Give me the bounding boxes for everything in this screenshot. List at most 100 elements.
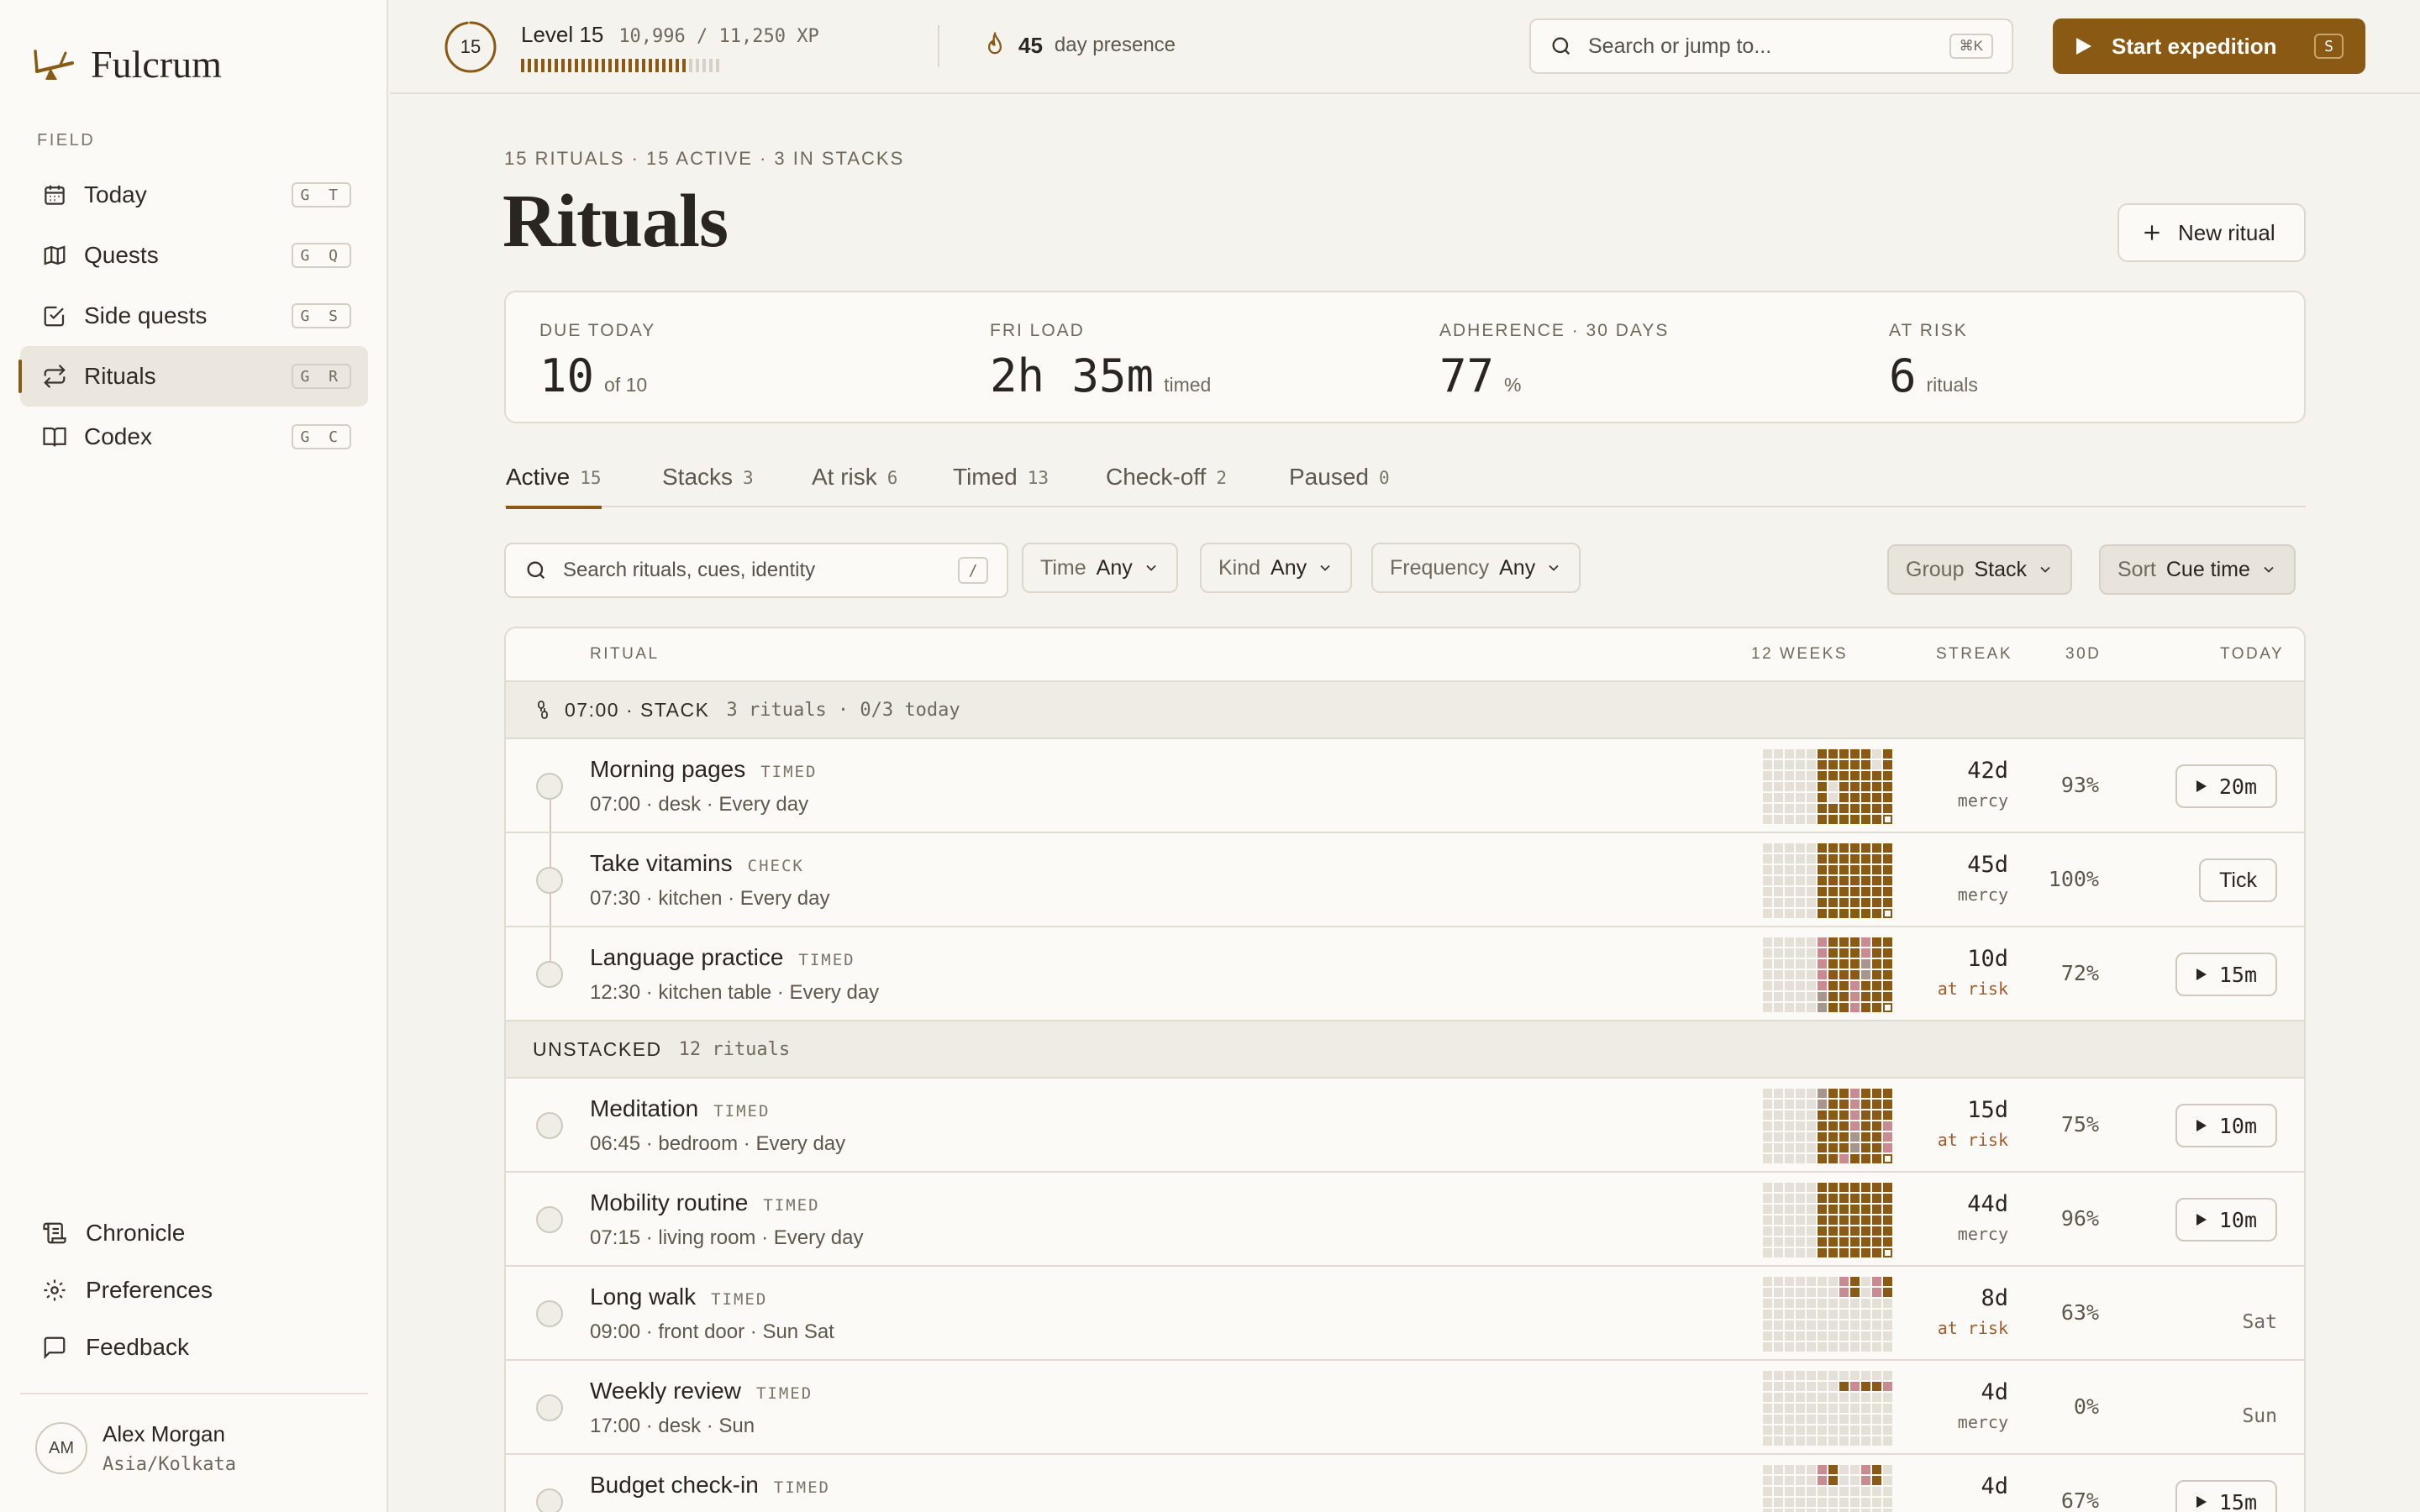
start-timer-button[interactable]: 15m <box>2175 953 2277 996</box>
heatmap-cell <box>1818 1154 1827 1163</box>
sidebar-item-today[interactable]: Today G T <box>20 165 368 225</box>
complete-toggle[interactable] <box>536 961 563 988</box>
complete-toggle[interactable] <box>536 1112 563 1139</box>
table-row[interactable]: Mobility routine TIMED 07:15 · living roo… <box>506 1173 2304 1267</box>
complete-toggle[interactable] <box>536 773 563 800</box>
col-today[interactable]: TODAY <box>2220 645 2284 664</box>
heatmap-cell <box>1818 948 1827 958</box>
heatmap-cell <box>1785 981 1794 990</box>
table-row[interactable]: Budget check-in TIMED 4d 67% 15m <box>506 1455 2304 1512</box>
user-profile[interactable]: AM Alex Morgan Asia/Kolkata <box>20 1393 368 1475</box>
heatmap-cell <box>1883 1110 1892 1120</box>
group-header-unstacked[interactable]: UNSTACKED 12 rituals <box>506 1021 2304 1079</box>
heatmap-cell <box>1861 1205 1870 1214</box>
filter-time[interactable]: Time Any <box>1022 543 1178 593</box>
sidebar-item-rituals[interactable]: Rituals G R <box>18 346 368 407</box>
complete-toggle[interactable] <box>536 1488 563 1512</box>
group-label: 07:00 · STACK <box>565 698 710 721</box>
tab-stacks[interactable]: Stacks 3 <box>662 464 754 507</box>
heatmap-cell <box>1796 876 1805 885</box>
level-badge[interactable]: 15 <box>444 20 497 74</box>
heatmap-cell <box>1807 1183 1816 1192</box>
stat-label: AT RISK <box>1889 321 1968 340</box>
heatmap-cell <box>1828 843 1838 853</box>
heatmap-cell <box>1839 1498 1849 1507</box>
tab-check-off[interactable]: Check-off 2 <box>1106 464 1227 507</box>
heatmap-cell <box>1818 887 1827 896</box>
table-row[interactable]: Weekly review TIMED 17:00 · desk · Sun 4d… <box>506 1361 2304 1455</box>
sidebar-item-feedback[interactable]: Feedback <box>20 1319 368 1376</box>
heatmap-cell <box>1861 887 1870 896</box>
heatmap-cell <box>1850 1183 1860 1192</box>
heatmap-cell <box>1872 1143 1881 1152</box>
complete-toggle[interactable] <box>536 1394 563 1421</box>
table-row[interactable]: Language practice TIMED 12:30 · kitchen t… <box>506 927 2304 1021</box>
tick-button[interactable]: Tick <box>2199 858 2277 902</box>
heatmap-cell <box>1818 760 1827 769</box>
shortcut-badge: / <box>958 557 988 584</box>
heatmap-cell <box>1818 1476 1827 1485</box>
sidebar-item-preferences[interactable]: Preferences <box>20 1262 368 1319</box>
start-timer-button[interactable]: 20m <box>2175 764 2277 808</box>
heatmap-cell <box>1818 1310 1827 1319</box>
complete-toggle[interactable] <box>536 1300 563 1327</box>
brand[interactable]: Fulcrum <box>32 40 222 87</box>
heatmap-cell <box>1883 1382 1892 1391</box>
table-row[interactable]: Take vitamins CHECK 07:30 · kitchen · Eve… <box>506 833 2304 927</box>
section-label: FIELD <box>37 131 96 150</box>
heatmap-cell <box>1872 1425 1881 1435</box>
heatmap-cell <box>1818 782 1827 791</box>
group-select[interactable]: Group Stack <box>1887 544 2073 595</box>
col-30d[interactable]: 30D <box>2065 645 2101 664</box>
heatmap-cell <box>1839 760 1849 769</box>
complete-toggle[interactable] <box>536 867 563 894</box>
tab-paused[interactable]: Paused 0 <box>1289 464 1390 507</box>
sort-select[interactable]: Sort Cue time <box>2099 544 2296 595</box>
heatmap-cell <box>1818 771 1827 780</box>
sidebar-item-chronicle[interactable]: Chronicle <box>20 1205 368 1262</box>
ritual-search-input[interactable]: Search rituals, cues, identity <box>563 559 958 582</box>
filter-kind[interactable]: Kind Any <box>1200 543 1353 593</box>
heatmap-cell <box>1774 1121 1783 1131</box>
heatmap-cell <box>1763 1371 1772 1380</box>
heatmap-cell <box>1883 1288 1892 1297</box>
start-timer-button[interactable]: 15m <box>2175 1480 2277 1512</box>
search-input[interactable]: Search or jump to... <box>1588 34 1949 59</box>
tab-active[interactable]: Active 15 <box>506 464 602 509</box>
sidebar-item-codex[interactable]: Codex G C <box>20 407 368 467</box>
table-row[interactable]: Meditation TIMED 06:45 · bedroom · Every … <box>506 1079 2304 1173</box>
heatmap-cell <box>1861 1215 1870 1225</box>
col-streak[interactable]: STREAK <box>1936 645 2012 664</box>
new-ritual-button[interactable]: New ritual <box>2118 203 2306 262</box>
complete-toggle[interactable] <box>536 1206 563 1233</box>
heatmap-cell <box>1850 948 1860 958</box>
sidebar-item-quests[interactable]: Quests G Q <box>20 225 368 286</box>
heatmap-cell <box>1861 1143 1870 1152</box>
heatmap-cell <box>1861 981 1870 990</box>
play-icon <box>2196 969 2207 980</box>
table-row[interactable]: Long walk TIMED 09:00 · front door · Sun … <box>506 1267 2304 1361</box>
heatmap-cell <box>1807 1299 1816 1308</box>
heatmap-cell <box>1774 1342 1783 1352</box>
heatmap-cell <box>1763 909 1772 918</box>
global-search[interactable]: Search or jump to... ⌘K <box>1529 18 2013 74</box>
tab-timed[interactable]: Timed 13 <box>953 464 1049 507</box>
sidebar-item-side-quests[interactable]: Side quests G S <box>20 286 368 346</box>
heatmap-cell <box>1818 1277 1827 1286</box>
heatmap-cell <box>1818 1404 1827 1413</box>
col-ritual[interactable]: RITUAL <box>590 645 660 664</box>
start-timer-button[interactable]: 10m <box>2175 1104 2277 1147</box>
group-header-stack[interactable]: 07:00 · STACK 3 rituals · 0/3 today <box>506 682 2304 739</box>
heatmap-cell <box>1872 815 1881 824</box>
table-row[interactable]: Morning pages TIMED 07:00 · desk · Every … <box>506 739 2304 833</box>
col-12-weeks[interactable]: 12 WEEKS <box>1751 645 1848 664</box>
tab-at-risk[interactable]: At risk 6 <box>812 464 897 507</box>
ritual-search[interactable]: Search rituals, cues, identity / <box>504 543 1008 598</box>
start-timer-button[interactable]: 10m <box>2175 1198 2277 1242</box>
heatmap-cell <box>1839 793 1849 802</box>
heatmap-cell <box>1850 909 1860 918</box>
start-expedition-button[interactable]: Start expedition S <box>2053 18 2365 74</box>
user-timezone: Asia/Kolkata <box>103 1454 236 1475</box>
heatmap-cell <box>1807 793 1816 802</box>
filter-frequency[interactable]: Frequency Any <box>1371 543 1581 593</box>
